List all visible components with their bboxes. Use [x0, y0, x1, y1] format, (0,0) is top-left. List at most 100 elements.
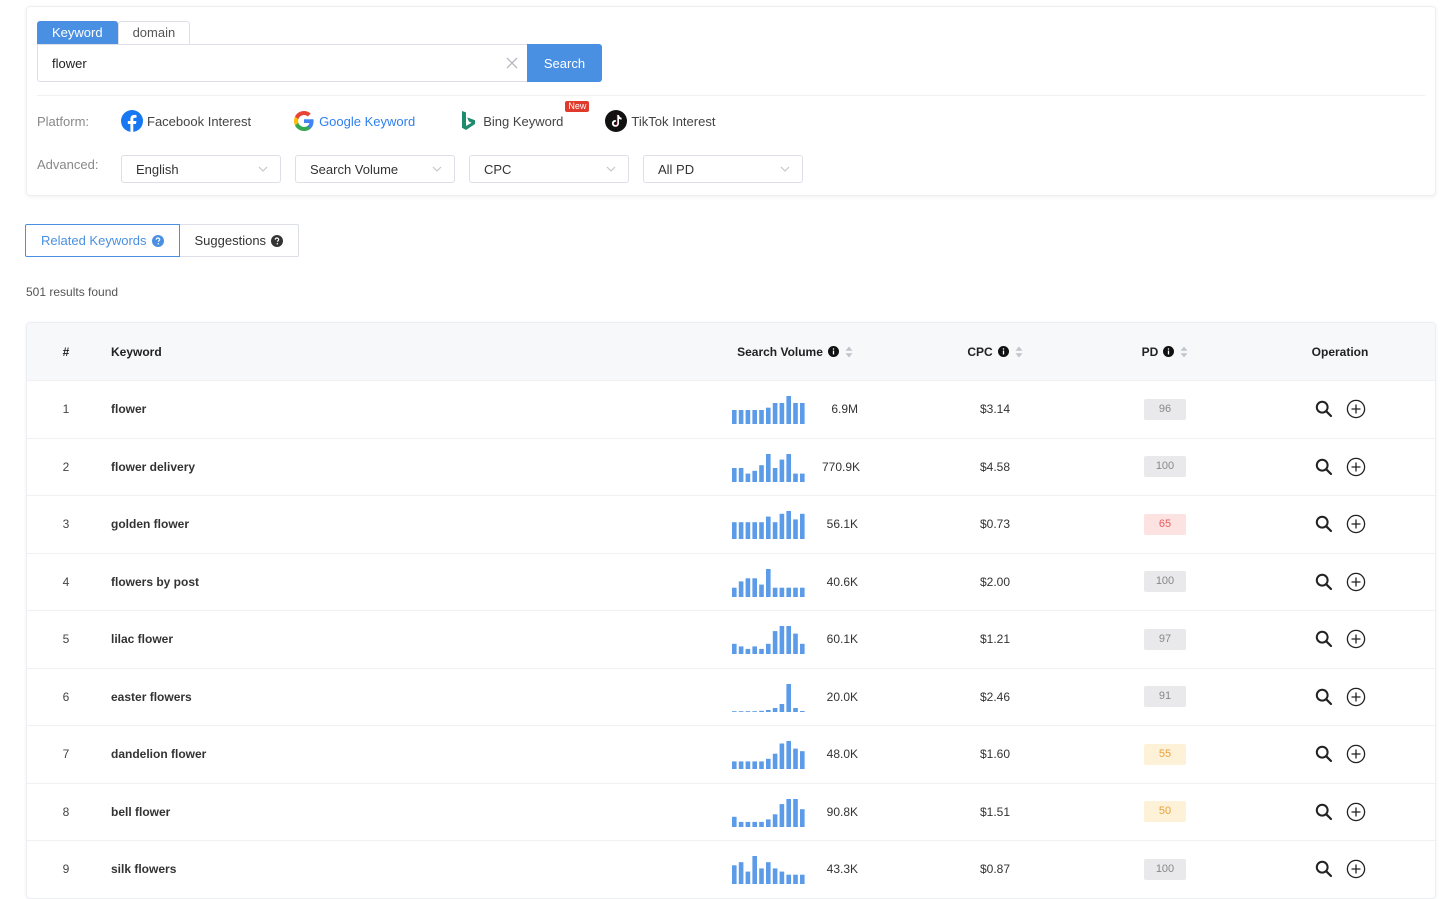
tab-keyword[interactable]: Keyword — [37, 21, 118, 45]
tab-related-keywords-label: Related Keywords — [41, 233, 147, 248]
facebook-icon — [121, 110, 143, 132]
trend-bar — [786, 798, 791, 827]
add-circle-icon[interactable] — [1346, 399, 1366, 419]
row-volume: 6.9M — [685, 394, 905, 425]
tab-suggestions[interactable]: Suggestions — [179, 224, 300, 257]
add-circle-icon[interactable] — [1346, 457, 1366, 477]
row-keyword: dandelion flower — [111, 747, 207, 762]
results-count: 501 results found — [26, 285, 119, 299]
trend-bar — [766, 568, 771, 597]
trend-bar — [779, 871, 785, 885]
trend-bar — [772, 753, 778, 770]
add-circle-icon[interactable] — [1346, 744, 1366, 764]
platform-tiktok[interactable]: TikTok Interest — [605, 110, 715, 132]
trend-bar — [766, 516, 771, 540]
cpc-select-value: CPC — [484, 161, 512, 177]
row-operation — [1245, 399, 1435, 419]
info-icon[interactable] — [827, 346, 839, 357]
trend-bar — [786, 874, 791, 885]
platform-facebook[interactable]: Facebook Interest — [121, 110, 251, 132]
row-volume: 48.0K — [685, 739, 905, 770]
cpc-select[interactable]: CPC — [469, 155, 629, 183]
row-cpc: $3.14 — [979, 402, 1011, 417]
trend-bar — [779, 514, 785, 540]
search-volume-select[interactable]: Search Volume — [295, 155, 455, 183]
trend-bar — [786, 741, 791, 770]
trend-bar — [793, 587, 798, 597]
sort-icon[interactable] — [845, 346, 853, 358]
search-icon[interactable] — [1314, 457, 1334, 477]
tab-related-keywords[interactable]: Related Keywords — [25, 224, 180, 257]
trend-bar — [752, 761, 757, 770]
search-icon[interactable] — [1314, 687, 1334, 707]
search-icon[interactable] — [1314, 629, 1334, 649]
help-icon[interactable] — [271, 234, 284, 247]
table-row: 9 silk flowers 43.3K $0.87 100 — [27, 840, 1435, 898]
table-header: # Keyword Search Volume CPC PD Operation — [27, 323, 1435, 380]
table-row: 7 dandelion flower 48.0K $1.60 55 — [27, 725, 1435, 783]
trend-bar — [745, 410, 751, 425]
trend-bar — [793, 707, 798, 712]
trend-bar — [779, 803, 785, 827]
language-select[interactable]: English — [121, 155, 281, 183]
search-icon[interactable] — [1314, 514, 1334, 534]
row-cpc: $0.87 — [979, 862, 1011, 877]
trend-bar — [786, 683, 791, 712]
trend-bar — [772, 631, 778, 655]
add-circle-icon[interactable] — [1346, 629, 1366, 649]
add-circle-icon[interactable] — [1346, 514, 1366, 534]
row-volume-value: 770.9K — [822, 459, 861, 474]
row-volume-value: 6.9M — [831, 402, 858, 417]
row-num: 6 — [62, 689, 70, 704]
search-input[interactable] — [38, 45, 527, 81]
search-row: Search — [37, 44, 602, 82]
tab-domain[interactable]: domain — [117, 21, 191, 45]
search-button[interactable]: Search — [527, 44, 602, 82]
search-icon[interactable] — [1314, 859, 1334, 879]
tiktok-icon — [605, 110, 628, 132]
search-icon[interactable] — [1314, 802, 1334, 822]
platform-google[interactable]: Google Keyword — [293, 110, 415, 132]
trend-bar — [759, 584, 764, 597]
clear-icon[interactable] — [505, 56, 519, 70]
trend-bar — [786, 453, 791, 482]
row-pd: 50 — [1085, 801, 1245, 823]
trend-bar — [738, 862, 744, 885]
trend-bar — [779, 743, 785, 770]
trend-bar — [766, 759, 771, 770]
trend-sparkline — [732, 626, 805, 655]
row-volume: 20.0K — [685, 682, 905, 712]
header-cpc[interactable]: CPC — [905, 345, 1085, 359]
platform-row: Platform: Facebook Interest Google Keywo… — [37, 101, 757, 133]
trend-bar — [772, 467, 778, 482]
search-icon[interactable] — [1314, 572, 1334, 592]
trend-bar — [745, 578, 751, 597]
trend-sparkline — [732, 798, 805, 827]
trend-bar — [786, 587, 791, 597]
sort-icon[interactable] — [1180, 346, 1188, 358]
trend-bar — [738, 646, 744, 655]
header-pd[interactable]: PD — [1085, 345, 1245, 359]
row-volume: 43.3K — [685, 854, 905, 885]
add-circle-icon[interactable] — [1346, 572, 1366, 592]
platform-bing[interactable]: Bing Keyword New — [457, 101, 590, 132]
info-icon[interactable] — [997, 346, 1009, 357]
row-operation — [1245, 802, 1435, 822]
trend-bar — [793, 798, 798, 827]
sort-icon[interactable] — [1015, 346, 1023, 358]
trend-bar — [732, 816, 737, 827]
add-circle-icon[interactable] — [1346, 859, 1366, 879]
help-icon[interactable] — [151, 234, 164, 247]
add-circle-icon[interactable] — [1346, 802, 1366, 822]
row-cpc: $1.60 — [979, 747, 1011, 762]
trend-bar — [766, 709, 771, 712]
info-icon[interactable] — [1163, 346, 1175, 357]
pd-select[interactable]: All PD — [643, 155, 803, 183]
pd-badge: 50 — [1144, 801, 1186, 823]
search-icon[interactable] — [1314, 744, 1334, 764]
header-volume[interactable]: Search Volume — [685, 345, 905, 359]
search-icon[interactable] — [1314, 399, 1334, 419]
add-circle-icon[interactable] — [1346, 687, 1366, 707]
row-keyword: bell flower — [111, 804, 171, 819]
trend-bar — [779, 403, 785, 425]
